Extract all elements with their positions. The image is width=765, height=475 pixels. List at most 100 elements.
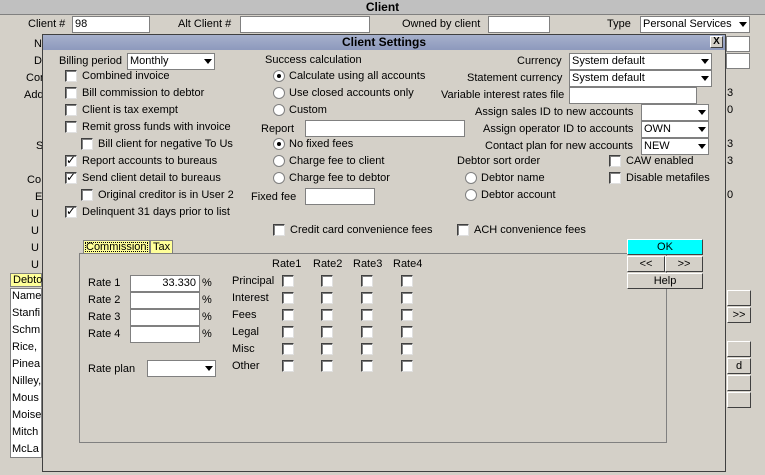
client-num-field[interactable]: 98: [72, 16, 150, 33]
owned-by-client-field[interactable]: [488, 16, 550, 33]
chevron-down-icon[interactable]: [200, 361, 215, 376]
remit-gross-label: Remit gross funds with invoice: [82, 121, 231, 133]
type-select[interactable]: Personal Services: [640, 16, 750, 33]
rate-checkbox[interactable]: [401, 343, 413, 355]
rate-checkbox[interactable]: [401, 360, 413, 372]
chevron-down-icon[interactable]: [693, 105, 708, 120]
combined-invoice-checkbox[interactable]: [65, 70, 77, 82]
rate-checkbox[interactable]: [282, 343, 294, 355]
custom-radio[interactable]: [273, 104, 285, 116]
billing-period-select[interactable]: Monthly: [127, 53, 215, 70]
rate-plan-select[interactable]: [147, 360, 216, 377]
list-item[interactable]: McLa: [12, 442, 39, 456]
close-button[interactable]: X: [710, 36, 723, 48]
rate-checkbox[interactable]: [401, 275, 413, 287]
send-detail-checkbox[interactable]: [65, 170, 77, 184]
rate-checkbox[interactable]: [321, 292, 333, 304]
debtor-tab[interactable]: Debto: [10, 273, 42, 287]
report-field[interactable]: [305, 120, 465, 137]
calc-all-radio[interactable]: [273, 70, 285, 82]
report-bureaus-checkbox[interactable]: [65, 153, 77, 167]
variable-rates-field[interactable]: [569, 87, 697, 104]
list-item[interactable]: Mitch: [12, 425, 38, 439]
tab-tax[interactable]: Tax: [150, 240, 174, 254]
bg-right-button[interactable]: [727, 375, 751, 391]
rate-checkbox[interactable]: [321, 343, 333, 355]
fixed-fee-field[interactable]: [305, 188, 375, 205]
rate-checkbox[interactable]: [282, 275, 294, 287]
rate-checkbox[interactable]: [401, 309, 413, 321]
fee-debtor-radio[interactable]: [273, 172, 285, 184]
sort-account-radio[interactable]: [465, 189, 477, 201]
chevron-down-icon[interactable]: [696, 71, 711, 86]
delinquent-checkbox[interactable]: [65, 204, 77, 218]
list-item[interactable]: Rice,: [12, 340, 37, 354]
next-button[interactable]: >>: [665, 256, 703, 272]
assign-sales-select[interactable]: [641, 104, 709, 121]
bg-right-combo[interactable]: [726, 53, 750, 69]
rate-checkbox[interactable]: [361, 343, 373, 355]
alt-client-field[interactable]: [240, 16, 370, 33]
no-fixed-fees-radio[interactable]: [273, 138, 285, 150]
chevron-down-icon[interactable]: [696, 54, 711, 69]
bill-commission-checkbox[interactable]: [65, 87, 77, 99]
list-item[interactable]: Mous: [12, 391, 39, 405]
ach-fees-checkbox[interactable]: [457, 224, 469, 236]
bg-right-button[interactable]: [727, 392, 751, 408]
bg-next-button[interactable]: >>: [727, 307, 751, 323]
rate-1-field[interactable]: 33.330: [130, 275, 200, 292]
rate-3-field[interactable]: [130, 309, 200, 326]
list-item[interactable]: Nilley,: [12, 374, 41, 388]
chevron-down-icon[interactable]: [199, 54, 214, 69]
rate-checkbox[interactable]: [321, 326, 333, 338]
rate-checkbox[interactable]: [321, 309, 333, 321]
rate-checkbox[interactable]: [282, 360, 294, 372]
list-item[interactable]: Name: [12, 289, 41, 303]
help-button[interactable]: Help: [627, 273, 703, 289]
rate-checkbox[interactable]: [321, 360, 333, 372]
rate-checkbox[interactable]: [282, 292, 294, 304]
closed-only-radio[interactable]: [273, 87, 285, 99]
tab-commission[interactable]: Commission: [83, 240, 150, 254]
rate-4-field[interactable]: [130, 326, 200, 343]
rate-checkbox[interactable]: [361, 326, 373, 338]
statement-currency-select[interactable]: System default: [569, 70, 712, 87]
bg-right-combo[interactable]: [726, 36, 750, 52]
bg-d-button[interactable]: d: [727, 358, 751, 374]
chevron-down-icon[interactable]: [693, 122, 708, 137]
sort-name-radio[interactable]: [465, 172, 477, 184]
tax-exempt-checkbox[interactable]: [65, 104, 77, 116]
debtor-list[interactable]: Name Stanfi Schm Rice, Pinea Nilley, Mou…: [10, 288, 42, 458]
currency-select[interactable]: System default: [569, 53, 712, 70]
rate-checkbox[interactable]: [361, 309, 373, 321]
rate-checkbox[interactable]: [361, 292, 373, 304]
chevron-down-icon[interactable]: [693, 139, 708, 154]
list-item[interactable]: Pinea: [12, 357, 40, 371]
bg-right-button[interactable]: [727, 341, 751, 357]
rate-checkbox[interactable]: [282, 326, 294, 338]
prev-button[interactable]: <<: [627, 256, 665, 272]
rate-2-field[interactable]: [130, 292, 200, 309]
original-creditor-checkbox[interactable]: [81, 189, 93, 201]
fee-client-radio[interactable]: [273, 155, 285, 167]
rate-checkbox[interactable]: [401, 292, 413, 304]
rate-checkbox[interactable]: [401, 326, 413, 338]
ok-button[interactable]: OK: [627, 239, 703, 255]
chevron-down-icon[interactable]: [734, 17, 749, 32]
list-item[interactable]: Moise: [12, 408, 41, 422]
bill-negative-checkbox[interactable]: [81, 138, 93, 150]
list-item[interactable]: Stanfi: [12, 306, 40, 320]
list-item[interactable]: Schm: [12, 323, 40, 337]
remit-gross-checkbox[interactable]: [65, 121, 77, 133]
close-icon[interactable]: X: [713, 36, 720, 47]
rate-checkbox[interactable]: [361, 275, 373, 287]
rate-checkbox[interactable]: [361, 360, 373, 372]
credit-card-fees-checkbox[interactable]: [273, 224, 285, 236]
caw-enabled-checkbox[interactable]: [609, 155, 621, 167]
contact-plan-select[interactable]: NEW: [641, 138, 709, 155]
rate-checkbox[interactable]: [282, 309, 294, 321]
bg-right-button[interactable]: [727, 290, 751, 306]
rate-checkbox[interactable]: [321, 275, 333, 287]
disable-metafiles-checkbox[interactable]: [609, 172, 621, 184]
assign-operator-select[interactable]: OWN: [641, 121, 709, 138]
